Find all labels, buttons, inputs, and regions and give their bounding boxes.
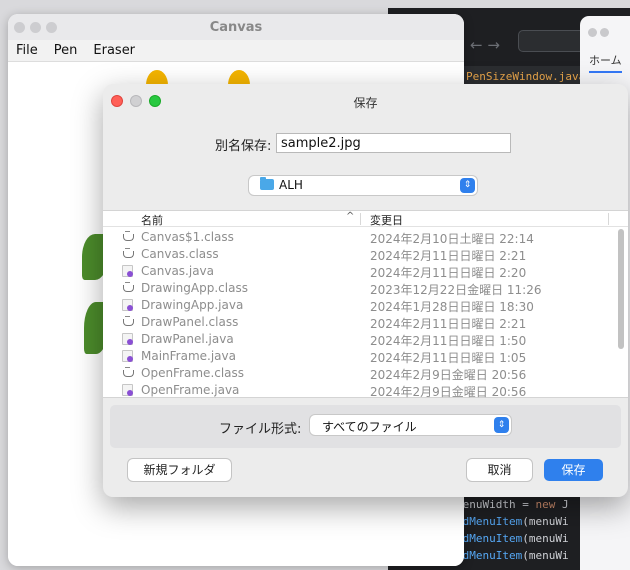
column-header-date[interactable]: 変更日 [370,212,403,228]
file-format-select[interactable]: すべてのファイル ⇕ [310,415,511,435]
location-select[interactable]: ALH ⇕ [249,176,477,195]
file-modified-date: 2024年2月10日土曜日 22:14 [370,232,534,246]
class-file-icon [122,316,134,328]
file-row[interactable]: OpenFrame.class 2024年2月9日金曜日 20:56 [103,365,613,382]
java-file-icon [122,350,133,362]
canvas-menubar: File Pen Eraser [8,40,464,62]
traffic-light-icon[interactable] [588,28,597,37]
cancel-button[interactable]: 取消 [467,459,532,481]
save-button[interactable]: 保存 [544,459,603,481]
editor-code-area: menuWidth = new J ddMenuItem(menuWi ddMenu… [456,496,582,566]
canvas-window-title: Canvas [209,20,263,35]
code-line: menuWidth = new J [456,498,569,511]
file-modified-date: 2024年2月9日金曜日 20:56 [370,368,527,382]
file-row[interactable]: OpenFrame.java 2024年2月9日金曜日 20:56 [103,382,613,399]
code-line: ddMenuItem(menuWi [456,549,569,562]
file-format-value: すべてのファイル [322,420,417,434]
file-row[interactable]: MainFrame.java 2024年2月11日日曜日 1:05 [103,348,613,365]
file-name-input[interactable] [276,133,511,153]
dialog-titlebar: 保存 [103,84,628,120]
file-name: Canvas$1.class [141,230,234,244]
file-name: DrawPanel.java [141,332,234,346]
tab-home[interactable]: ホーム [589,52,622,73]
java-file-icon [122,265,133,277]
menu-eraser[interactable]: Eraser [93,43,135,58]
file-row[interactable]: DrawingApp.java 2024年1月28日日曜日 18:30 [103,297,613,314]
java-file-icon [122,384,133,396]
file-row[interactable]: DrawingApp.class 2023年12月22日金曜日 11:26 [103,280,613,297]
file-row[interactable]: Canvas.java 2024年2月11日日曜日 2:20 [103,263,613,280]
java-file-icon [122,333,133,345]
right-window-traffic-lights [588,26,612,40]
code-line: ddMenuItem(menuWi [456,532,569,545]
column-header-name[interactable]: 名前 [141,212,163,228]
file-modified-date: 2024年2月9日金曜日 20:56 [370,385,527,399]
location-label: ALH [279,178,303,192]
file-name: OpenFrame.class [141,366,245,380]
scrollbar[interactable] [618,229,624,349]
file-name: DrawingApp.java [141,298,244,312]
file-modified-date: 2024年2月11日日曜日 1:50 [370,334,527,348]
column-divider[interactable] [360,213,361,225]
chevron-updown-icon: ⇕ [460,178,475,193]
file-modified-date: 2023年12月22日金曜日 11:26 [370,283,542,297]
file-format-panel: ファイル形式: すべてのファイル ⇕ [110,405,621,448]
file-row[interactable]: Canvas.class 2024年2月11日日曜日 2:21 [103,246,613,263]
file-browser: 名前 ^ 変更日 Canvas$1.class 2024年2月10日土曜日 22:… [103,210,628,399]
file-name: DrawPanel.class [141,315,239,329]
file-row[interactable]: DrawPanel.class 2024年2月11日日曜日 2:21 [103,314,613,331]
file-name: MainFrame.java [141,349,236,363]
file-list-header: 名前 ^ 変更日 [103,211,628,227]
file-row[interactable]: DrawPanel.java 2024年2月11日日曜日 1:50 [103,331,613,348]
java-file-icon [122,299,133,311]
editor-nav-arrows[interactable]: ← → [470,36,500,54]
class-file-icon [122,367,134,379]
file-modified-date: 2024年2月11日日曜日 2:21 [370,317,527,331]
class-file-icon [122,231,134,243]
file-format-label: ファイル形式: [219,422,302,437]
editor-search-field[interactable] [518,30,588,52]
file-name: Canvas.java [141,264,215,278]
file-name: Canvas.class [141,247,219,261]
save-as-label: 別名保存: [215,139,272,154]
class-file-icon [122,282,134,294]
class-file-icon [122,248,134,260]
menu-file[interactable]: File [16,43,38,58]
dialog-title: 保存 [353,96,378,110]
file-modified-date: 2024年2月11日日曜日 2:20 [370,266,527,280]
column-divider[interactable] [608,213,609,225]
file-modified-date: 2024年1月28日日曜日 18:30 [370,300,534,314]
canvas-titlebar: Canvas [8,14,464,40]
file-row[interactable]: Canvas$1.class 2024年2月10日土曜日 22:14 [103,229,613,246]
chevron-updown-icon: ⇕ [494,417,509,433]
file-modified-date: 2024年2月11日日曜日 1:05 [370,351,527,365]
folder-icon [260,177,274,190]
save-dialog: 保存 別名保存: ALH ⇕ 名前 ^ 変更日 Canvas$1.class 20… [103,84,628,497]
sort-indicator-icon: ^ [346,211,355,222]
code-line: ddMenuItem(menuWi [456,515,569,528]
menu-pen[interactable]: Pen [54,43,78,58]
file-name: OpenFrame.java [141,383,240,397]
file-modified-date: 2024年2月11日日曜日 2:21 [370,249,527,263]
new-folder-button[interactable]: 新規フォルダ [128,459,231,481]
file-name: DrawingApp.class [141,281,248,295]
traffic-light-icon[interactable] [600,28,609,37]
